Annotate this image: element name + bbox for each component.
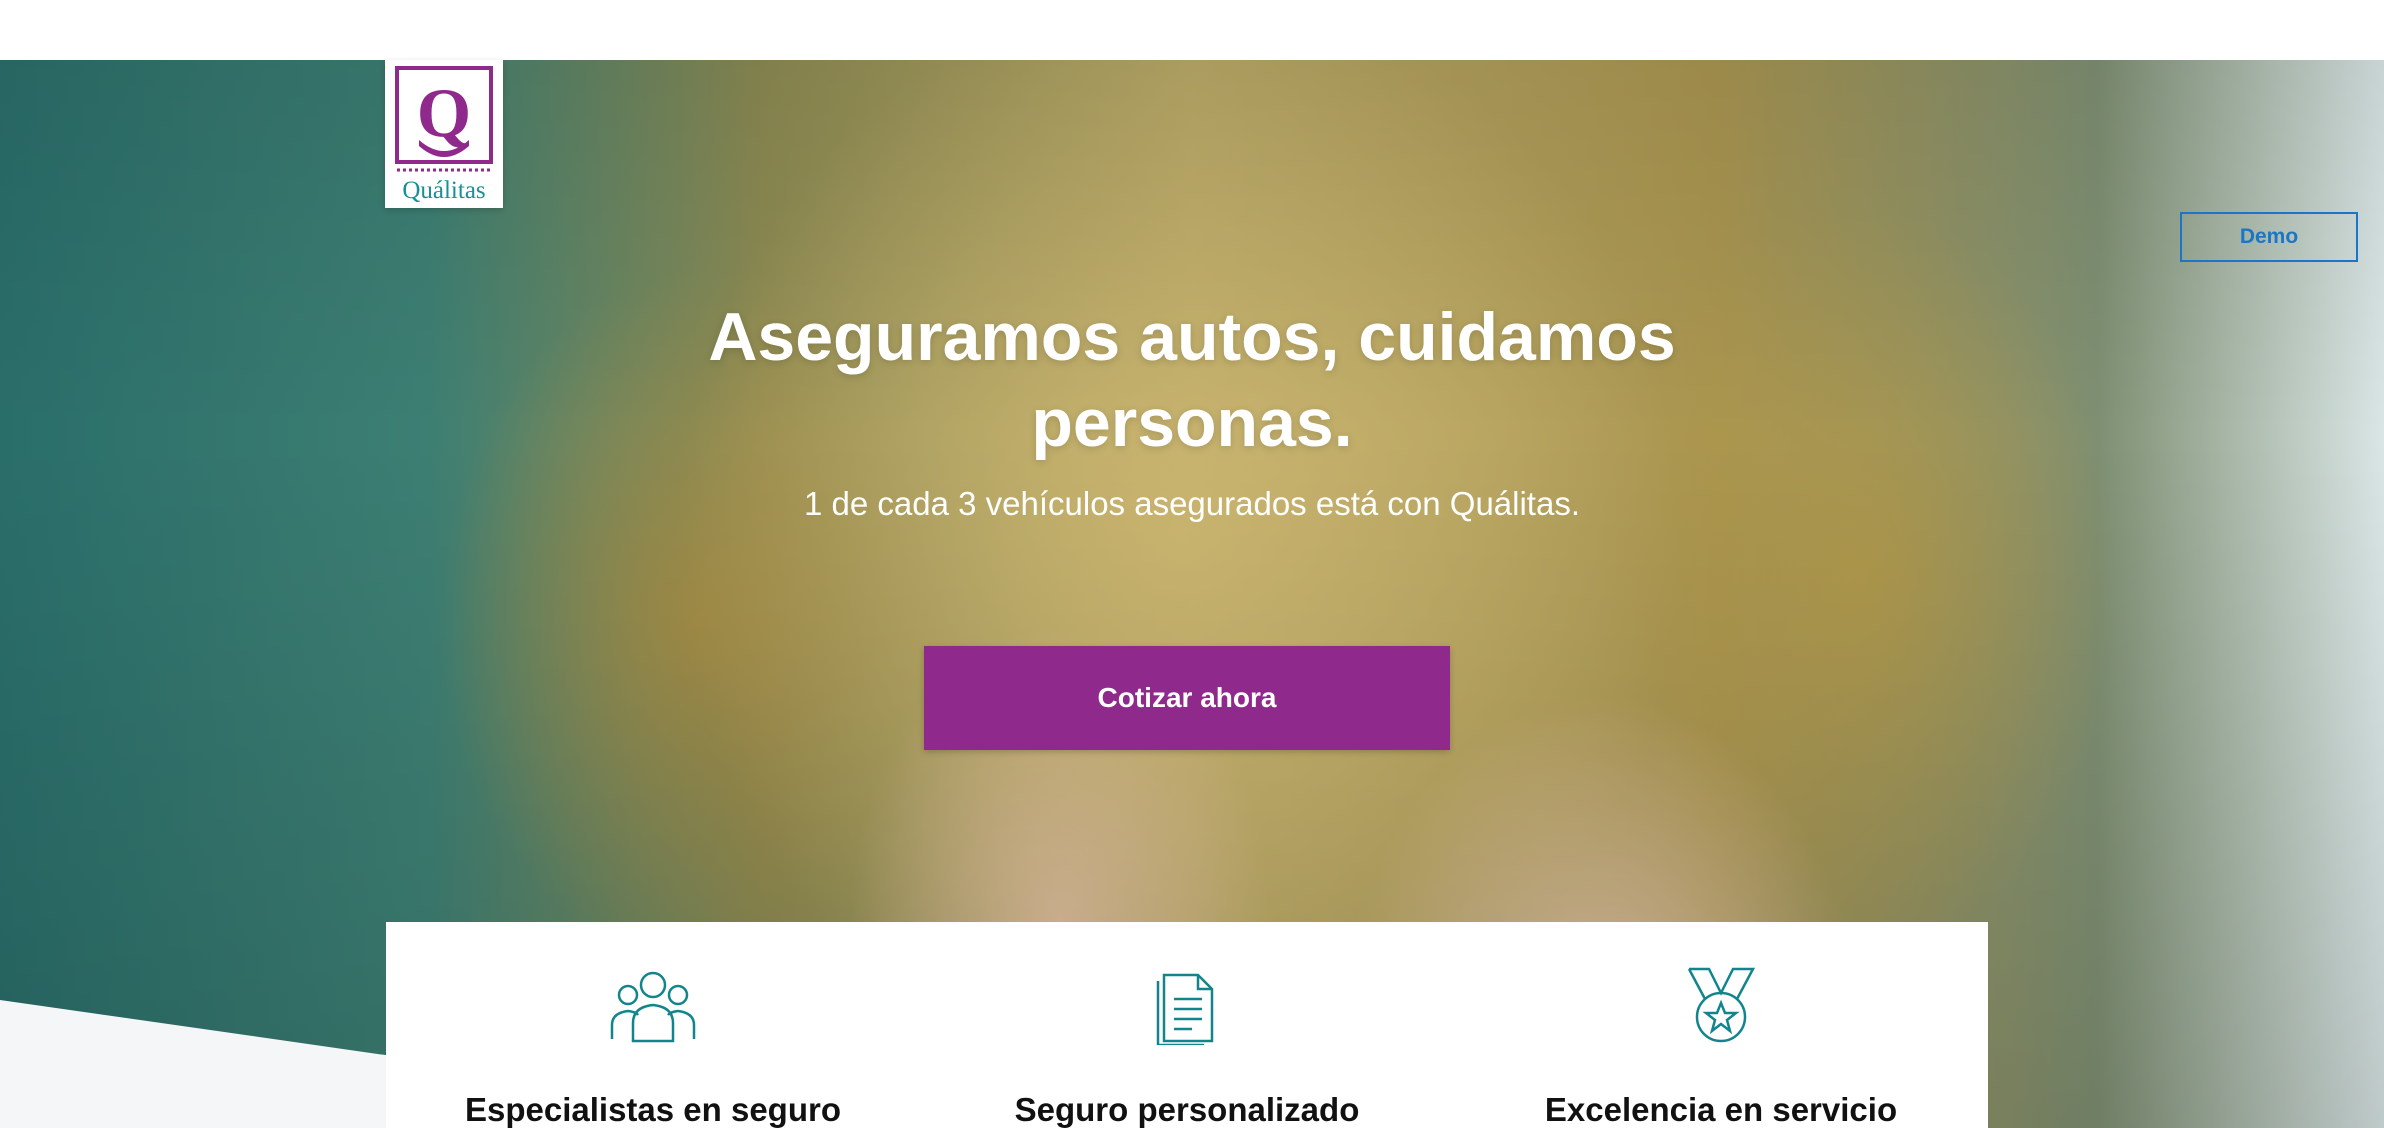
- feature-specialists: Especialistas en seguro: [386, 922, 920, 1128]
- feature-specialists-label: Especialistas en seguro: [464, 1091, 841, 1128]
- features-panel: Especialistas en seguro Seguro personali…: [386, 922, 1988, 1128]
- feature-personalized-label: Seguro personalizado: [1014, 1091, 1360, 1128]
- logo-letter: Q: [417, 75, 471, 152]
- top-bar: [0, 0, 2384, 60]
- quote-now-button[interactable]: Cotizar ahora: [924, 646, 1450, 750]
- demo-button[interactable]: Demo: [2180, 212, 2358, 262]
- qualitas-logo-mark: Q Quálitas: [395, 66, 493, 204]
- document-icon: [920, 965, 1454, 1045]
- qualitas-logo[interactable]: Q Quálitas: [385, 60, 503, 208]
- people-group-icon: [386, 965, 920, 1045]
- feature-service: Excelencia en servicio: [1454, 922, 1988, 1128]
- feature-service-label: Excelencia en servicio: [1544, 1091, 1898, 1128]
- hero-title-line-2: personas.: [1031, 385, 1353, 461]
- logo-wordmark: Quálitas: [402, 177, 485, 204]
- hero-title-line-1: Aseguramos autos, cuidamos: [708, 299, 1676, 375]
- feature-personalized: Seguro personalizado: [920, 922, 1454, 1128]
- hero-title: Aseguramos autos, cuidamos personas.: [592, 294, 1792, 466]
- medal-star-icon: [1454, 965, 1988, 1045]
- hero-subtitle: 1 de cada 3 vehículos asegurados está co…: [804, 485, 1580, 522]
